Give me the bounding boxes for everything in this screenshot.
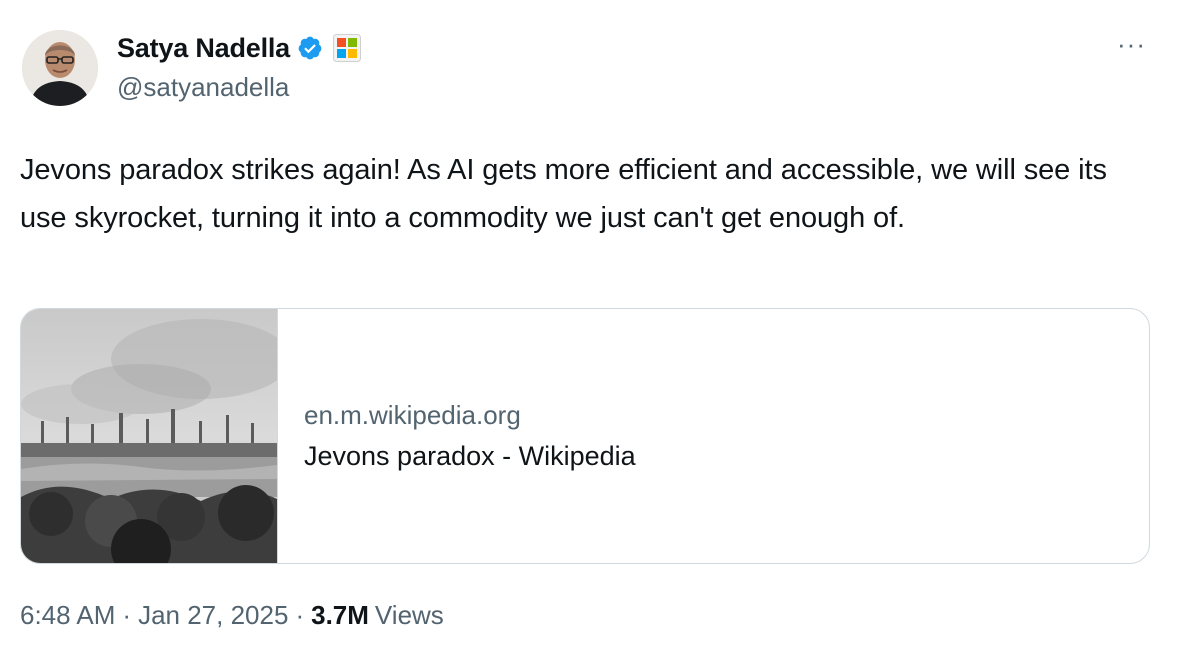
meta-separator: ·: [295, 600, 305, 630]
avatar[interactable]: [22, 30, 98, 106]
ellipsis-icon: ···: [1117, 29, 1146, 59]
link-card[interactable]: en.m.wikipedia.org Jevons paradox - Wiki…: [20, 308, 1150, 564]
verified-badge-icon[interactable]: [297, 35, 323, 61]
tweet-date[interactable]: Jan 27, 2025: [138, 600, 288, 631]
link-card-title: Jevons paradox - Wikipedia: [304, 441, 636, 471]
more-options-button[interactable]: ···: [1117, 31, 1146, 57]
link-card-body: en.m.wikipedia.org Jevons paradox - Wiki…: [278, 309, 636, 563]
link-card-domain: en.m.wikipedia.org: [304, 400, 521, 430]
link-card-image: [21, 309, 278, 563]
views-label: Views: [374, 600, 444, 630]
tweet-text: Jevons paradox strikes again! As AI gets…: [20, 154, 1107, 234]
tweet-meta: 6:48 AM · Jan 27, 2025 · 3.7M Views: [20, 600, 444, 631]
author-row: Satya Nadella: [117, 30, 361, 66]
views-count: 3.7M: [311, 600, 369, 630]
tweet-time[interactable]: 6:48 AM: [20, 600, 115, 631]
meta-separator: ·: [122, 600, 132, 630]
author-display-name[interactable]: Satya Nadella: [117, 33, 290, 64]
microsoft-logo-icon[interactable]: [333, 34, 361, 62]
author-handle[interactable]: @satyanadella: [117, 72, 289, 103]
